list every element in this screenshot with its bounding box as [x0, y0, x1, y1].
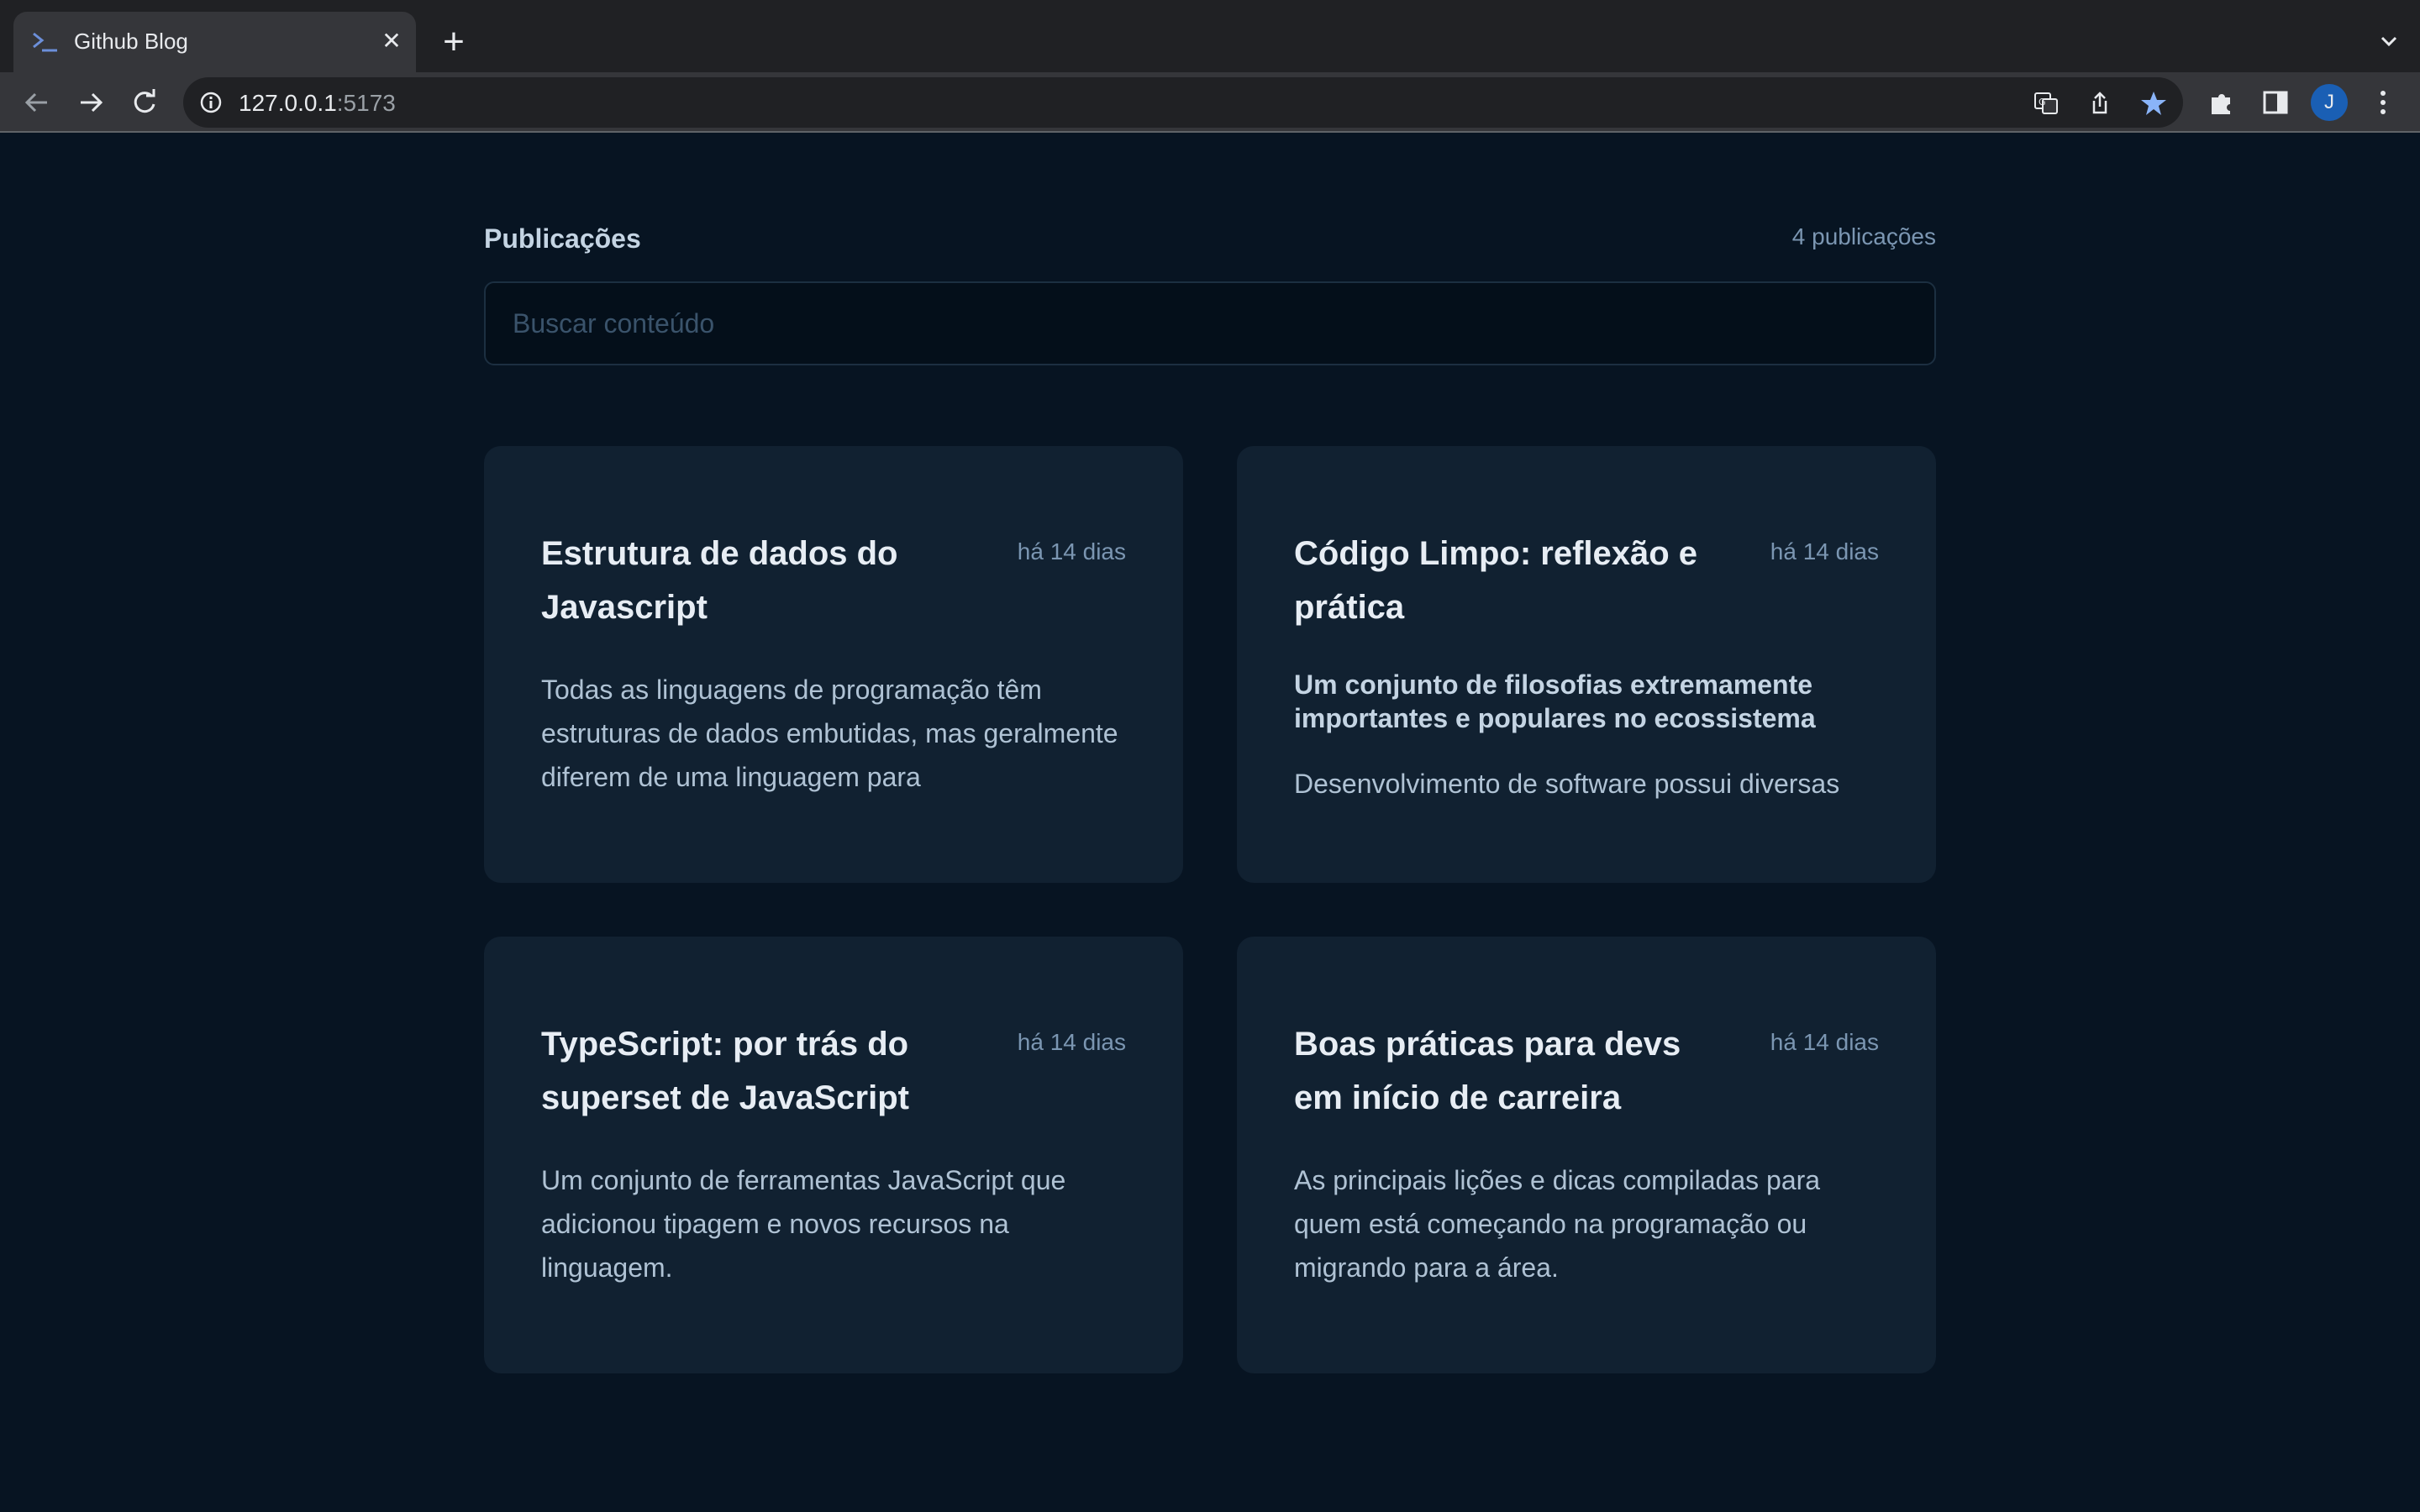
- profile-avatar[interactable]: J: [2311, 84, 2348, 121]
- translate-icon[interactable]: G: [2032, 89, 2060, 118]
- publications-count: 4 publicações: [1791, 223, 1936, 249]
- post-excerpt: As principais lições e dicas compiladas …: [1294, 1165, 1821, 1283]
- publications-header: Publicações 4 publicações: [484, 220, 1936, 259]
- post-date: há 14 dias: [1770, 1029, 1879, 1055]
- url-host: 127.0.0.1: [239, 90, 337, 116]
- post-date: há 14 dias: [1017, 1029, 1126, 1055]
- kebab-menu-icon[interactable]: [2368, 87, 2398, 118]
- post-card[interactable]: Boas práticas para devs em início de car…: [1237, 937, 1936, 1373]
- publications-title: Publicações: [484, 223, 641, 254]
- post-date: há 14 dias: [1770, 538, 1879, 564]
- browser-toolbar: 127.0.0.1:5173 G J: [0, 72, 2420, 133]
- post-date: há 14 dias: [1017, 538, 1126, 564]
- url-port: :5173: [336, 90, 396, 116]
- new-tab-icon[interactable]: +: [437, 24, 471, 60]
- browser-tab-strip: Github Blog ✕ +: [0, 0, 2420, 72]
- url-text[interactable]: 127.0.0.1:5173: [239, 90, 396, 117]
- share-icon[interactable]: [2086, 89, 2114, 118]
- extensions-puzzle-icon[interactable]: [2207, 87, 2237, 118]
- post-title: TypeScript: por trás do superset de Java…: [541, 1026, 909, 1116]
- reload-icon[interactable]: [126, 84, 163, 121]
- address-bar[interactable]: 127.0.0.1:5173 G: [183, 77, 2183, 128]
- post-excerpt: Todas as linguagens de programação têm e…: [541, 675, 1118, 792]
- post-title: Boas práticas para devs em início de car…: [1294, 1026, 1681, 1116]
- bookmark-star-icon[interactable]: [2139, 89, 2168, 118]
- terminal-icon: [33, 32, 57, 52]
- forward-arrow-icon[interactable]: [72, 84, 109, 121]
- chevron-down-icon[interactable]: [2376, 29, 2402, 54]
- svg-text:G: G: [2039, 97, 2046, 108]
- browser-tab[interactable]: Github Blog ✕: [13, 12, 416, 72]
- post-card[interactable]: Estrutura de dados do Javascript há 14 d…: [484, 446, 1183, 883]
- post-title: Estrutura de dados do Javascript: [541, 535, 898, 626]
- info-icon[interactable]: [198, 90, 224, 115]
- side-panel-icon[interactable]: [2260, 87, 2291, 118]
- post-subtitle: Um conjunto de filosofias extremamente i…: [1294, 669, 1816, 733]
- back-arrow-icon[interactable]: [18, 84, 55, 121]
- tab-title: Github Blog: [74, 29, 188, 54]
- post-title: Código Limpo: reflexão e prática: [1294, 535, 1698, 626]
- post-card[interactable]: TypeScript: por trás do superset de Java…: [484, 937, 1183, 1373]
- post-card[interactable]: Código Limpo: reflexão e prática há 14 d…: [1237, 446, 1936, 883]
- post-excerpt: Um conjunto de ferramentas JavaScript qu…: [541, 1165, 1066, 1283]
- close-tab-icon[interactable]: ✕: [379, 29, 404, 54]
- post-excerpt: Desenvolvimento de software possui diver…: [1294, 769, 1840, 799]
- search-input[interactable]: [484, 281, 1936, 365]
